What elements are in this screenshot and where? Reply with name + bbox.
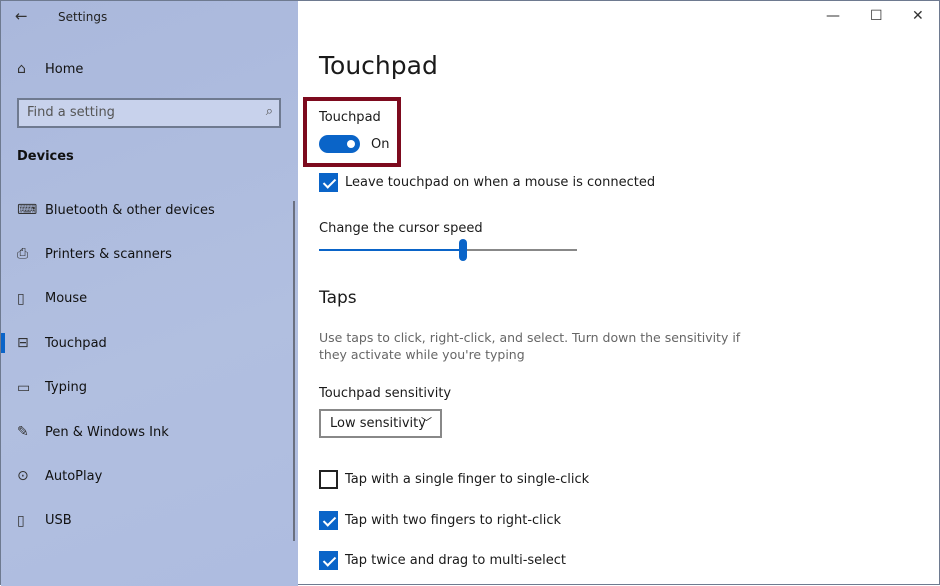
section-header: Devices <box>17 149 74 164</box>
sidebar-item-label: Touchpad <box>45 335 107 351</box>
maximize-button[interactable]: ☐ <box>870 8 883 24</box>
sensitivity-label: Touchpad sensitivity <box>319 386 452 401</box>
touchpad-toggle[interactable] <box>319 135 360 153</box>
search-placeholder: Find a setting <box>27 105 115 120</box>
touchpad-toggle-label: Touchpad <box>319 110 381 125</box>
pen-icon: ✎ <box>17 424 29 440</box>
sidebar-item-label: Typing <box>45 380 87 396</box>
sidebar-item-typing[interactable]: ▭ Typing <box>1 373 298 403</box>
tap-option-checkbox[interactable] <box>319 551 338 570</box>
sidebar-item-label: Home <box>45 61 84 77</box>
minimize-button[interactable]: — <box>826 8 840 24</box>
tap-option-label: Tap with a single finger to single-click <box>345 472 590 487</box>
touchpad-icon: ⊟ <box>17 335 29 352</box>
cursor-speed-label: Change the cursor speed <box>319 221 483 236</box>
sidebar-item-mouse[interactable]: ▯ Mouse <box>1 284 298 314</box>
taps-heading: Taps <box>319 288 357 308</box>
sidebar-item-pen-windows-ink[interactable]: ✎ Pen & Windows Ink <box>1 417 298 447</box>
tap-option-checkbox[interactable] <box>319 470 338 489</box>
sidebar-item-printers-scanners[interactable]: ⎙ Printers & scanners <box>1 239 298 269</box>
sidebar-item-label: Mouse <box>45 291 88 307</box>
keyboard-icon: ▭ <box>17 379 31 396</box>
sidebar-item-touchpad[interactable]: ⊟ Touchpad <box>1 328 298 358</box>
sensitivity-dropdown[interactable]: Low sensitivity ﹀ <box>319 409 442 438</box>
usb-icon: ▯ <box>17 512 25 529</box>
dropdown-value: Low sensitivity <box>330 416 426 431</box>
tap-option-label: Tap with two fingers to right-click <box>345 512 562 528</box>
slider-thumb[interactable] <box>459 239 468 261</box>
sidebar: ← Settings ⌂ Home Find a setting ⌕ Devices… <box>1 1 298 586</box>
leave-on-checkbox[interactable] <box>319 173 338 192</box>
autoplay-icon: ⊙ <box>17 468 29 485</box>
scrollbar[interactable] <box>293 201 295 541</box>
settings-window: ← Settings ⌂ Home Find a setting ⌕ Devices… <box>0 0 940 586</box>
window-title: Settings <box>58 10 108 24</box>
cursor-speed-slider[interactable] <box>319 239 577 261</box>
taps-description: Use taps to click, right-click, and sele… <box>319 330 741 362</box>
sidebar-item-label: USB <box>45 513 72 529</box>
sidebar-item-label: AutoPlay <box>45 468 103 484</box>
toggle-state: On <box>371 137 390 152</box>
sidebar-item-bluetooth-other-devices[interactable]: ⌨ Bluetooth & other devices <box>1 195 298 225</box>
search-input[interactable]: Find a setting ⌕ <box>17 98 281 128</box>
leave-on-label: Leave touchpad on when a mouse is connec… <box>345 175 656 190</box>
sidebar-item-autoplay[interactable]: ⊙ AutoPlay <box>1 461 298 491</box>
tap-option-label: Tap twice and drag to multi-select <box>345 553 567 568</box>
back-arrow-icon[interactable]: ← <box>15 7 28 25</box>
home-icon: ⌂ <box>17 61 26 77</box>
chevron-down-icon: ﹀ <box>421 416 432 429</box>
tap-option-checkbox[interactable] <box>319 510 338 530</box>
highlight-box <box>303 97 401 167</box>
bluetooth-devices-icon: ⌨ <box>17 202 38 218</box>
sidebar-item-home[interactable]: ⌂ Home <box>1 54 298 84</box>
sidebar-item-usb[interactable]: ▯ USB <box>1 506 298 536</box>
search-icon[interactable]: ⌕ <box>266 104 273 119</box>
main-content: — ☐ ✕ Touchpad Touchpad On Leave touchpa… <box>298 1 939 584</box>
page-title: Touchpad <box>319 51 438 80</box>
sidebar-item-label: Pen & Windows Ink <box>45 424 169 440</box>
sidebar-item-label: Bluetooth & other devices <box>45 202 215 218</box>
slider-fill <box>319 249 464 251</box>
printer-icon: ⎙ <box>17 246 29 263</box>
mouse-icon: ▯ <box>17 290 25 307</box>
close-button[interactable]: ✕ <box>912 8 924 24</box>
sidebar-item-label: Printers & scanners <box>45 246 172 262</box>
